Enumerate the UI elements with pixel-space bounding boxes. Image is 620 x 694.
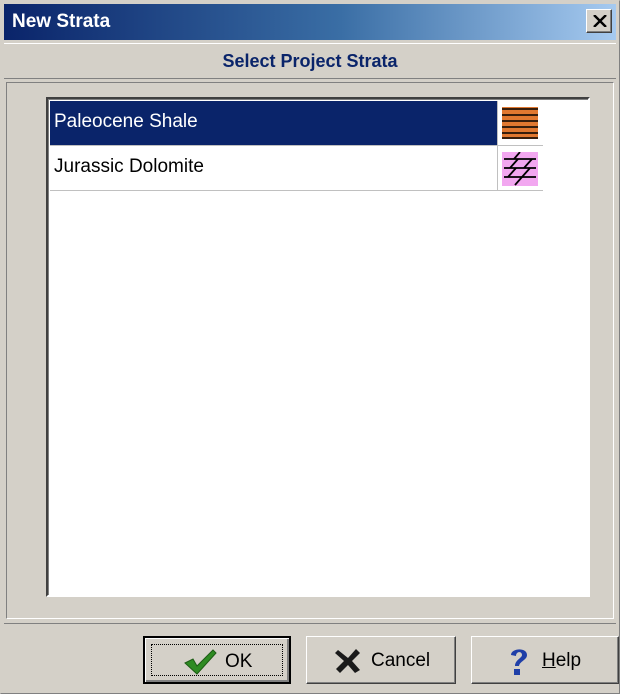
header-band: Select Project Strata bbox=[4, 43, 616, 79]
page-title: Select Project Strata bbox=[222, 51, 398, 71]
ok-button[interactable]: OK bbox=[143, 636, 291, 684]
x-icon bbox=[335, 649, 360, 673]
dolomite-pattern-icon bbox=[497, 146, 543, 191]
ok-button-label: OK bbox=[225, 651, 253, 672]
window-title: New Strata bbox=[12, 11, 111, 32]
button-bar: OK Cancel Help bbox=[4, 623, 619, 692]
dialog-window: New Strata Select Project Strata Paleoce… bbox=[0, 0, 620, 694]
list-item-label: Paleocene Shale bbox=[54, 111, 198, 132]
help-button-label: Help bbox=[542, 650, 581, 672]
help-button-label-mnemonic: H bbox=[542, 650, 556, 671]
list-item[interactable]: Jurassic Dolomite bbox=[50, 146, 497, 191]
content-panel: Paleocene Shale Jurassic Dolomite bbox=[6, 82, 614, 619]
focus-ring bbox=[151, 644, 283, 676]
close-icon bbox=[593, 15, 607, 27]
strata-list[interactable]: Paleocene Shale Jurassic Dolomite bbox=[46, 97, 590, 597]
cancel-button[interactable]: Cancel bbox=[306, 636, 456, 684]
list-item-label: Jurassic Dolomite bbox=[54, 156, 204, 177]
close-button[interactable] bbox=[586, 9, 612, 33]
cancel-button-label: Cancel bbox=[371, 650, 431, 671]
title-bar[interactable]: New Strata bbox=[4, 4, 616, 40]
question-mark-icon bbox=[511, 649, 527, 675]
shale-pattern-icon bbox=[497, 101, 543, 146]
help-button[interactable]: Help bbox=[471, 636, 619, 684]
help-button-label-rest: elp bbox=[555, 650, 582, 671]
list-item[interactable]: Paleocene Shale bbox=[50, 101, 497, 146]
checkmark-icon bbox=[184, 649, 217, 675]
